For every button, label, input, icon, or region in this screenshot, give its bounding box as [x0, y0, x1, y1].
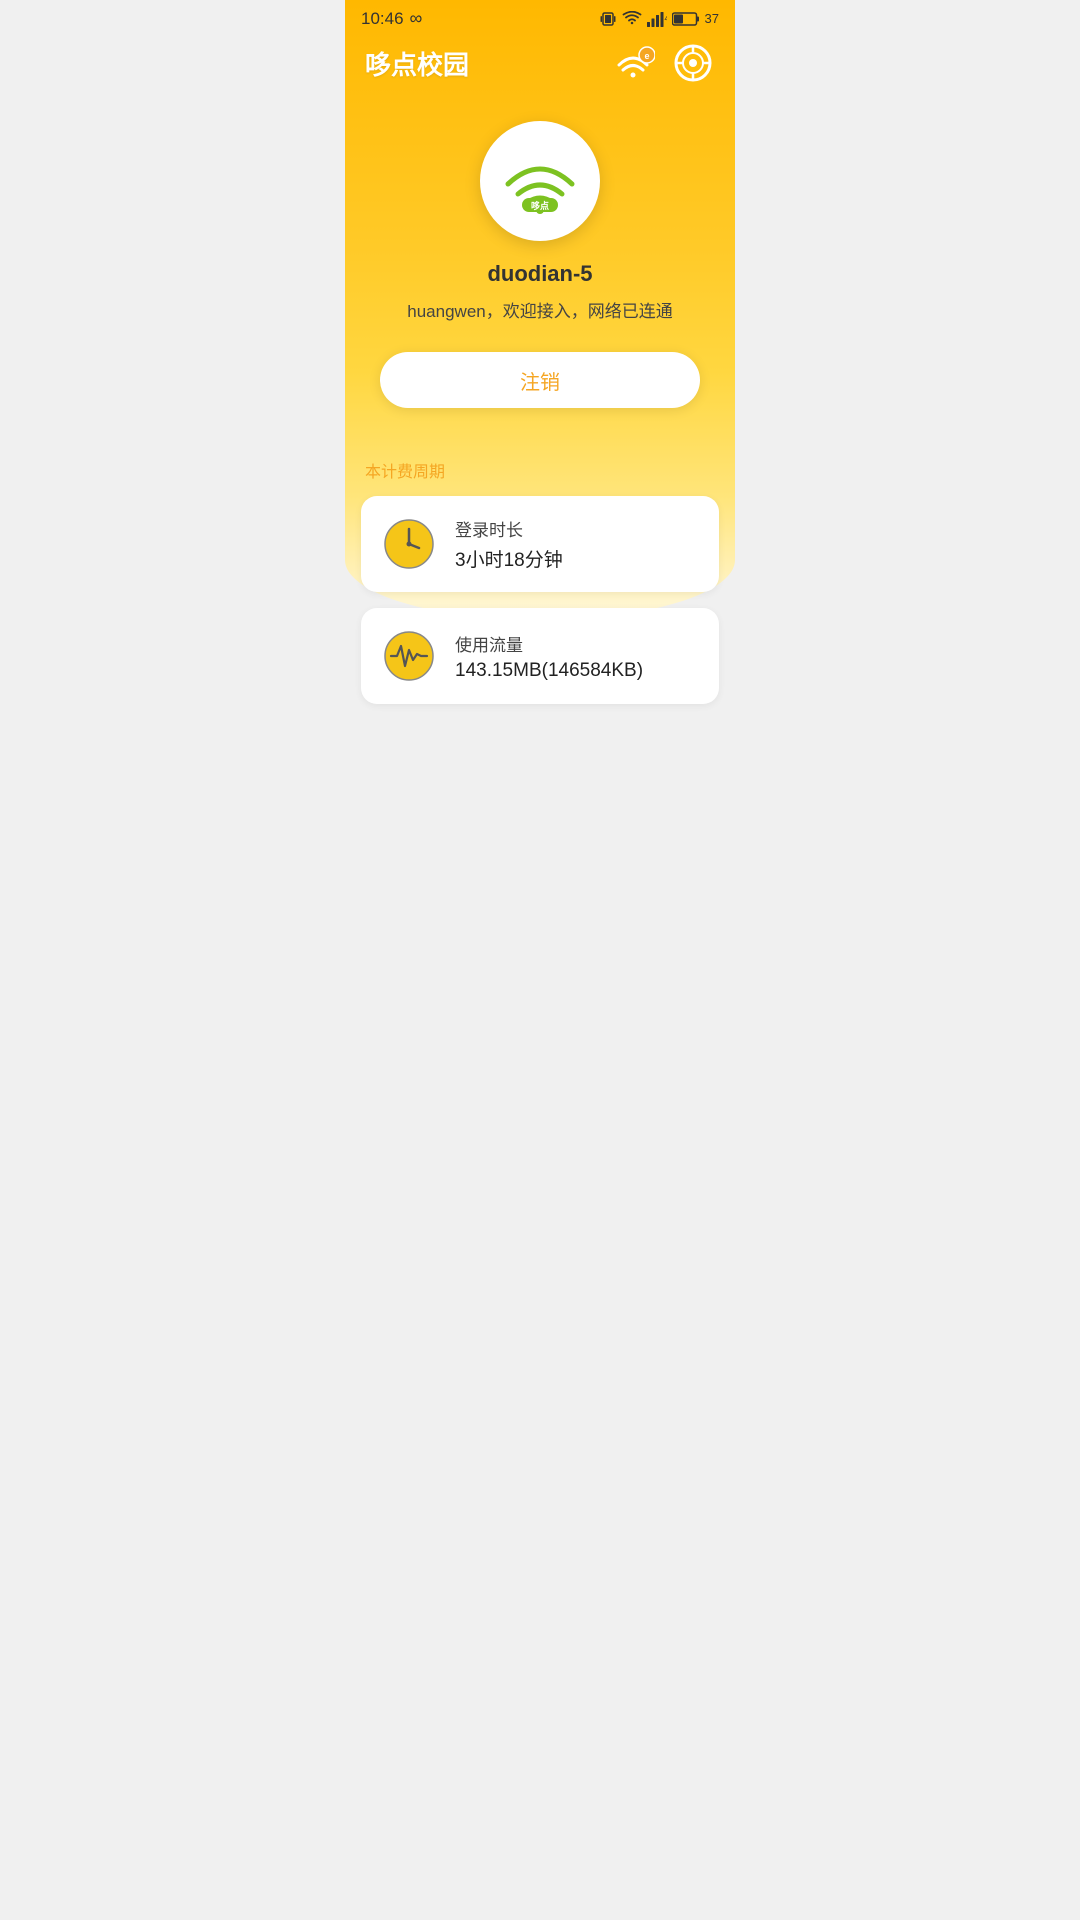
data-usage-info: 使用流量 143.15MB(146584KB): [455, 631, 643, 682]
vibrate-icon: [599, 10, 617, 28]
logo-wifi-icon: 哆点: [500, 146, 580, 216]
login-duration-card: 登录时长 3小时18分钟: [361, 496, 719, 592]
pulse-icon: [383, 630, 435, 682]
data-usage-value: 143.15MB(146584KB): [455, 660, 643, 682]
app-title: 哆点校园: [365, 45, 469, 82]
logo-inner: 哆点: [500, 146, 580, 216]
pulse-icon-container: [381, 628, 437, 684]
clock-icon: [383, 518, 435, 570]
logo-circle: 哆点: [480, 121, 600, 241]
status-time: 10:46: [361, 9, 404, 29]
battery-icon: [672, 11, 700, 27]
status-infinity-icon: ∞: [410, 8, 423, 29]
wifi-speed-button[interactable]: e: [611, 41, 655, 85]
svg-text:4G: 4G: [664, 16, 667, 23]
data-usage-title: 使用流量: [455, 631, 643, 656]
header-icons: e: [611, 41, 715, 85]
status-right: 4G 37: [599, 10, 719, 28]
login-duration-title: 登录时长: [455, 516, 563, 541]
svg-text:e: e: [644, 51, 649, 61]
wifi-status-icon: [622, 11, 642, 27]
billing-section: 本计费周期: [345, 458, 735, 496]
svg-text:哆点: 哆点: [531, 200, 549, 211]
main-content: 哆点 duodian-5 huangwen，欢迎接入，网络已连通 注销: [345, 101, 735, 458]
scan-button[interactable]: [671, 41, 715, 85]
bottom-area: [345, 704, 735, 1004]
logout-button[interactable]: 注销: [380, 352, 700, 408]
battery-level: 37: [705, 11, 719, 26]
welcome-text: huangwen，欢迎接入，网络已连通: [407, 297, 672, 322]
scan-icon: [674, 44, 712, 82]
login-duration-info: 登录时长 3小时18分钟: [455, 516, 563, 572]
cards-container: 登录时长 3小时18分钟 使用流量 143.15MB(146584KB): [345, 496, 735, 704]
data-usage-card: 使用流量 143.15MB(146584KB): [361, 608, 719, 704]
status-left: 10:46 ∞: [361, 8, 422, 29]
ssid-name: duodian-5: [487, 261, 592, 287]
status-bar: 10:46 ∞ 4G 37: [345, 0, 735, 33]
billing-section-label: 本计费周期: [365, 464, 445, 481]
app-header: 哆点校园 e: [345, 33, 735, 101]
clock-icon-container: [381, 516, 437, 572]
wifi-speed-icon: e: [611, 45, 655, 81]
login-duration-value: 3小时18分钟: [455, 545, 563, 572]
signal-icon: 4G: [647, 11, 667, 27]
